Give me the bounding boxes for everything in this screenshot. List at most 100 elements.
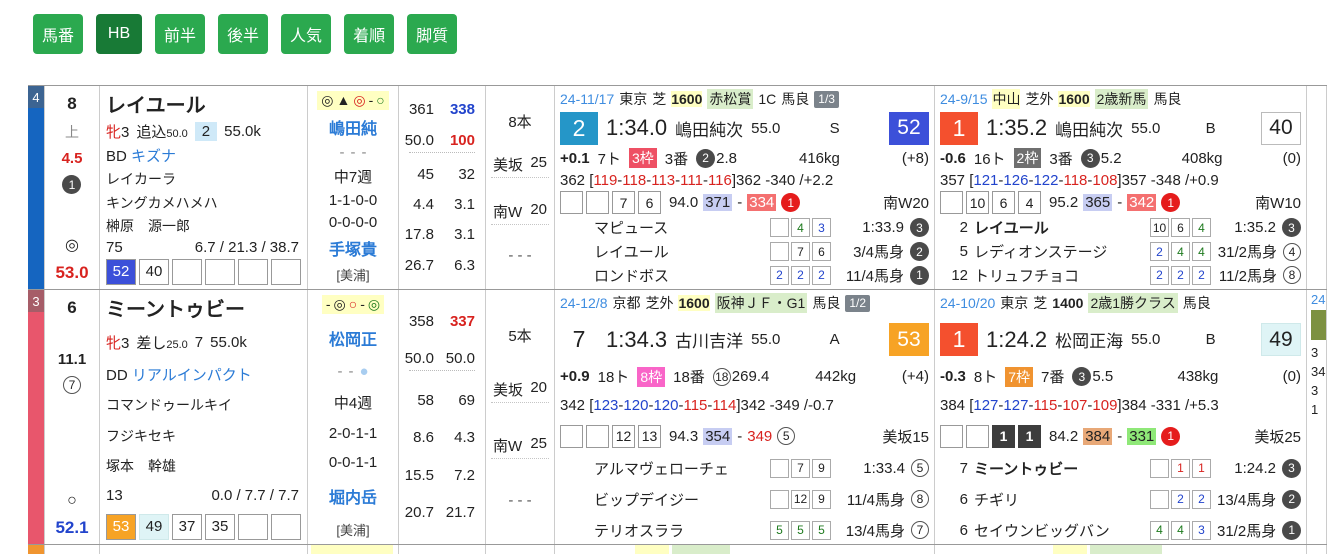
back-split: 331 [1127,427,1157,445]
position-box: 2 [1150,242,1169,262]
rival-number: 7 [959,459,968,477]
corner-box [560,424,583,448]
score-box: 35 [205,513,235,540]
tipster-mark: ◎ [367,296,381,312]
clipped-text: 3 [1311,383,1319,398]
position-box: 2 [1192,489,1211,509]
damsire-name: キングカメハメハ [106,194,218,211]
position-box [770,242,789,262]
rival-line: ロンドボス 222 11/4馬身 1 [560,265,929,286]
race-date-link[interactable]: 24 [1311,292,1325,307]
race-distance: 1600 [671,91,703,107]
toolbar-button-kouhan[interactable]: 後半 [218,14,269,54]
toolbar-button-zenhan[interactable]: 前半 [155,14,206,54]
trainer-link[interactable]: 手塚貴 [329,236,377,260]
rival-positions: 22 [1150,489,1211,509]
workout-empty: - - - [508,247,532,265]
position-box: 9 [812,458,831,478]
rival-result: 1:33.4 [863,459,905,477]
rival-line: ビップデイジー 12 9 11/4馬身 8 [560,489,929,510]
tipster-mark: ▲ [336,92,351,108]
race-name: 阪神ＪＦ・G1 [714,293,808,313]
horse-number: 6 [67,298,77,317]
position-box [770,458,789,478]
figure-value: 4.4 [413,196,434,214]
race-score: 52 [888,111,929,145]
race-name: 2歳新馬 [1094,89,1149,109]
clipped-text: 3 [1311,345,1319,360]
corner-box [940,424,963,448]
figure-row: 50.0 100 [405,131,475,153]
figure-value: 8.6 [413,429,434,447]
toolbar-button-umaban[interactable]: 馬番 [33,14,84,54]
horse-weight: 416kg [799,149,840,167]
race-date-link[interactable]: 24-12/8 [560,295,607,311]
rank-column: 6 11.1 7 ○ 52.1 [45,290,100,544]
rival-number: 6 [959,521,968,539]
toolbar-button-kyakushitsu[interactable]: 脚質 [407,14,458,54]
sub-mark: - [361,144,367,161]
back-split: 334 [747,194,777,212]
race-distance: 1600 [678,295,710,311]
rival-result: 3/4馬身 [853,244,904,262]
rival-result: 11/2馬身 [1218,267,1277,285]
lap-value: 118 [1063,171,1088,189]
position-box: 4 [1150,520,1169,540]
umaban-label: 18番 [673,369,705,387]
rival-line: 5 レディオンステージ 244 31/2馬身 4 [940,241,1301,262]
class-mark: 上 [64,124,79,140]
stat-right: 6.7 / 21.3 / 38.7 [194,238,299,256]
rival-name: レディオンステージ [974,244,1108,262]
rival-positions: 555 [770,520,831,540]
jockey-link[interactable]: 嶋田純 [329,115,377,139]
split-dash: - [737,194,743,212]
race-result-line: 2 1:34.0 嶋田純次 55.0 S 52 [560,111,929,145]
margin-diff: -0.6 [940,149,966,167]
lap-value: 116 [707,171,732,189]
race-time: 1:24.2 [986,326,1048,352]
figure-row: 58 69 [409,392,475,409]
score-box: 40 [139,258,169,285]
toolbar-button-chakujun[interactable]: 着順 [344,14,395,54]
toolbar-button-hb[interactable]: HB [96,14,143,54]
partial-highlight [1090,545,1162,554]
race-date-link[interactable]: 24-11/17 [560,91,614,107]
corner-box: 1 [992,424,1015,448]
figure-value: 358 [408,312,434,330]
waku-badge: 8枠 [637,366,666,387]
corner-box: 6 [992,191,1015,215]
figure-value: 100 [449,131,475,149]
position-box: 5 [770,520,789,540]
race-date-link[interactable]: 24-10/20 [940,295,995,311]
trainer-link[interactable]: 堀内岳 [329,484,377,508]
race-header: 24-10/20 東京 芝 1400 2歳1勝クラス 馬良 [940,293,1301,313]
weight-change: (0) [1282,368,1301,386]
lap-sequence: 121-126-122-118-108 [973,172,1117,189]
workout-value: 25 [530,435,547,453]
horse-weight: 442kg [815,368,857,386]
sire-link[interactable]: キズナ [131,148,176,165]
rival-line: 7 ミーントゥビー 11 1:24.2 3 [940,458,1301,479]
workout-note: 美坂25 [1254,428,1301,446]
lap-value: 114 [712,397,737,415]
corner-line: 12 13 94.3 354 - 349 5 美坂15 [560,424,929,448]
sub-marks: - - ● [337,363,368,380]
field-size: 7ト [597,150,621,168]
lap-line: 362 [119-118-113-111-116]362 -340 /+2.2 [560,172,929,189]
rival-positions: 10 6 4 [1150,218,1211,238]
position-box: 4 [1192,218,1211,238]
race-result-line: 1 1:35.2 嶋田純次 55.0 B 40 [940,111,1301,145]
dam-name: レイカーラ [106,171,176,188]
rival-rank-circle: 2 [910,242,929,262]
jockey-link[interactable]: 松岡正 [329,326,377,350]
lap-prefix: 357 [ [940,171,974,189]
horse-table: 4 8 上 4.5 1 ◎ 53.0 レイユール 牝3 追込50.0 2 55.… [28,85,1327,554]
sire-link[interactable]: リアルインパクト [132,367,252,384]
race-date-link[interactable]: 24-9/15 [940,91,987,107]
gate-bar: 4 [28,86,45,289]
corner-box [586,424,609,448]
toolbar-button-ninki[interactable]: 人気 [281,14,332,54]
partial-cell [555,545,935,554]
figure-value: 26.7 [404,256,434,274]
figure-value: 21.7 [445,504,475,522]
